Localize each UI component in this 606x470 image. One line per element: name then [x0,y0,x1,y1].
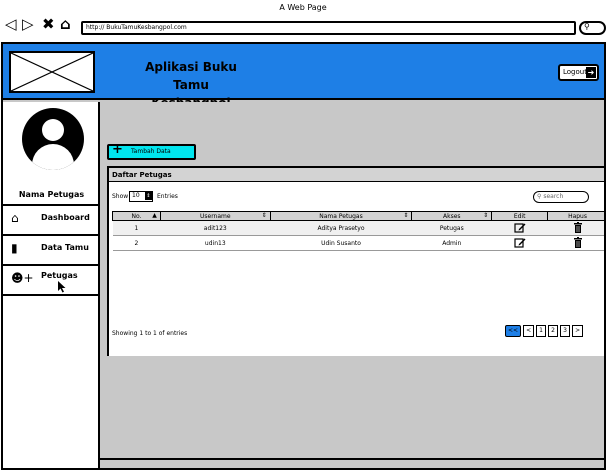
app-window: Aplikasi Buku Tamu Kesbangpol Logout ➜ N… [1,42,606,470]
browser-search-field[interactable]: ⚲ [579,21,606,35]
close-icon[interactable]: ✖ [42,17,55,32]
column-header-no[interactable]: No. ▲ [112,211,161,221]
window-title: A Web Page [279,3,327,12]
page-3-button[interactable]: 3 [560,325,571,337]
edit-icon[interactable] [514,222,526,233]
edit-icon[interactable] [514,237,526,248]
cell-username: udin13 [160,235,271,251]
table-header-row: No. ▲ Username ⇕ Nama Petugas ⇕ Akses ⇕ Edit… [112,211,604,221]
sidebar-item-label: Data Tamu [41,243,89,252]
pagination: << < 1 2 3 > [505,325,584,337]
cell-hapus [547,235,604,251]
app-title-line1: Aplikasi Buku Tamu [145,60,237,92]
cell-edit [491,235,548,251]
sidebar: Nama Petugas ⌂ Dashboard ▮ Data Tamu ☻+ … [3,102,100,468]
search-icon: ⚲ [537,193,542,200]
entries-select-value: 10 [132,192,140,199]
trash-icon[interactable] [572,236,584,248]
sort-asc-icon: ▲ [152,212,157,219]
bottom-bar [100,458,604,468]
plus-icon: + [112,142,123,157]
page-first-button[interactable]: << [505,325,522,337]
sidebar-item-label: Dashboard [41,213,90,222]
page-1-button[interactable]: 1 [536,325,547,337]
add-user-icon: ☻+ [11,271,34,285]
cell-akses: Petugas [411,220,492,236]
cell-nama: Aditya Prasetyo [270,220,412,236]
cell-no: 1 [112,220,161,236]
back-icon[interactable]: ◁ [5,17,17,32]
image-placeholder-icon [11,53,93,91]
petugas-table: No. ▲ Username ⇕ Nama Petugas ⇕ Akses ⇕ Edit… [112,211,604,251]
cell-akses: Admin [411,235,492,251]
logout-label: Logout [563,68,587,76]
avatar [22,108,84,170]
app-header: Aplikasi Buku Tamu Kesbangpol Logout ➜ [3,44,604,110]
add-data-button[interactable]: + Tambah Data [107,142,196,160]
search-input[interactable]: ⚲ search [533,191,589,203]
logo-placeholder [9,51,95,93]
column-header-nama[interactable]: Nama Petugas ⇕ [269,211,413,221]
entries-select[interactable]: 10 ⇕ [129,191,153,202]
showing-entries-text: Showing 1 to 1 of entries [112,330,188,337]
search-placeholder: search [543,193,564,200]
trash-icon[interactable] [572,221,584,233]
sidebar-item-data-tamu[interactable]: ▮ Data Tamu [3,234,100,261]
column-header-hapus: Hapus [547,211,604,221]
cell-nama: Udin Susanto [270,235,412,251]
column-header-username[interactable]: Username ⇕ [159,211,271,221]
sidebar-item-dashboard[interactable]: ⌂ Dashboard [3,204,100,231]
column-header-edit: Edit [491,211,549,221]
page-2-button[interactable]: 2 [548,325,559,337]
user-name: Nama Petugas [18,190,85,199]
browser-toolbar: A Web Page ◁ ▷ ✖ ⌂ http:// BukuTamuKesba… [0,0,606,42]
search-icon: ⚲ [584,22,590,31]
sidebar-item-label: Petugas [41,271,78,280]
cell-username: adit123 [160,220,271,236]
panel-title: Daftar Petugas [109,168,604,182]
table-row: 1 adit123 Aditya Prasetyo Petugas [112,220,604,236]
forward-icon[interactable]: ▷ [22,17,34,32]
sidebar-item-petugas[interactable]: ☻+ Petugas [3,264,100,293]
cell-no: 2 [112,235,161,251]
page-next-button[interactable]: > [572,325,584,337]
home-icon: ⌂ [11,211,19,225]
page-prev-button[interactable]: < [523,325,535,337]
sort-icon: ⇕ [261,212,267,219]
column-header-akses[interactable]: Akses ⇕ [411,211,493,221]
sort-icon: ⇕ [483,212,489,219]
cell-hapus [547,220,604,236]
cell-edit [491,220,548,236]
book-icon: ▮ [11,241,18,255]
home-outline-icon[interactable]: ⌂ [60,17,71,32]
cursor-icon [58,281,66,293]
spinner-icon: ⇕ [145,192,152,200]
sidebar-divider [3,294,100,296]
petugas-panel: Daftar Petugas Show 10 ⇕ Entries ⚲ searc… [107,166,604,356]
show-label: Show [112,193,129,200]
logout-button[interactable]: Logout ➜ [558,64,599,81]
address-bar[interactable]: http:// BukuTamuKesbangpol.com [81,21,576,35]
entries-label: Entries [157,193,178,200]
table-row: 2 udin13 Udin Susanto Admin [112,235,604,251]
add-data-label: Tambah Data [131,148,171,155]
logout-icon: ➜ [586,67,596,78]
sort-icon: ⇕ [403,212,409,219]
main-content: + Tambah Data Daftar Petugas Show 10 ⇕ E… [100,102,604,468]
